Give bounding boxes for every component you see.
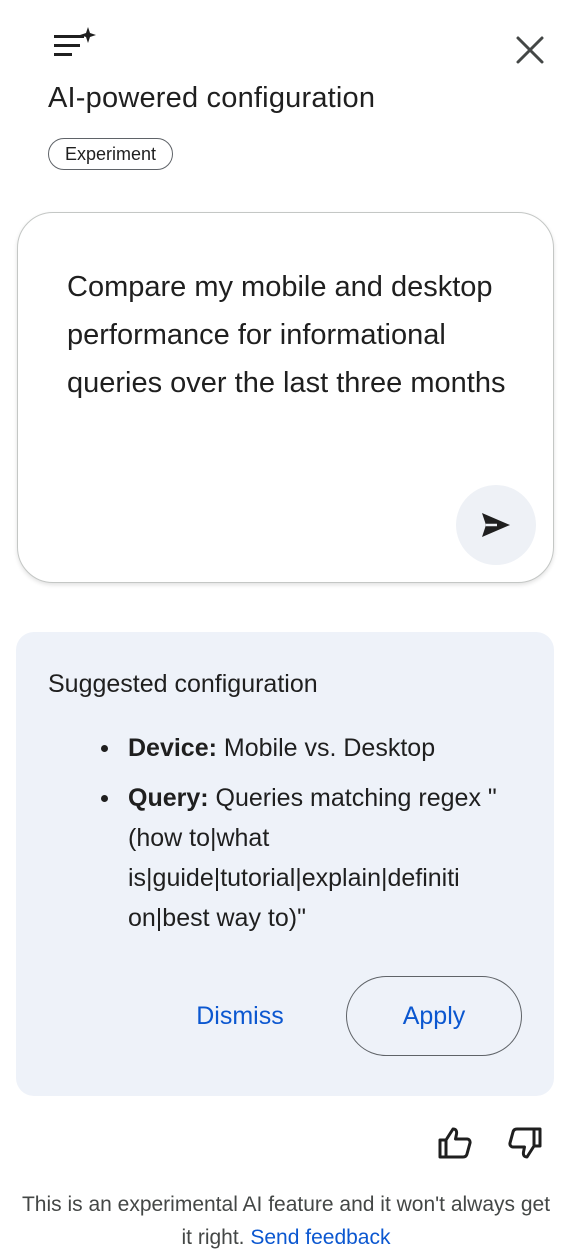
prompt-input[interactable]: Compare my mobile and desktop performanc… bbox=[67, 263, 517, 407]
suggested-configuration-card: Suggested configuration Device: Mobile v… bbox=[16, 632, 554, 1096]
send-button[interactable] bbox=[456, 485, 536, 565]
thumb-down-button[interactable] bbox=[502, 1120, 548, 1166]
close-button[interactable] bbox=[508, 28, 552, 72]
thumb-up-button[interactable] bbox=[432, 1120, 478, 1166]
close-icon bbox=[516, 36, 544, 64]
list-item: Device: Mobile vs. Desktop bbox=[16, 728, 526, 768]
item-key: Device: bbox=[128, 734, 217, 762]
experiment-badge: Experiment bbox=[48, 138, 174, 170]
suggestion-list: Device: Mobile vs. Desktop Query: Querie… bbox=[16, 728, 526, 938]
panel-title: AI-powered configuration bbox=[48, 82, 376, 114]
thumb-down-icon bbox=[508, 1127, 542, 1159]
item-value: Mobile vs. Desktop bbox=[216, 734, 436, 762]
send-feedback-link[interactable]: Send feedback bbox=[250, 1226, 390, 1249]
item-key: Query: bbox=[128, 784, 209, 812]
suggestion-title: Suggested configuration bbox=[48, 670, 318, 698]
disclaimer: This is an experimental AI feature and i… bbox=[20, 1188, 552, 1254]
send-icon bbox=[482, 513, 510, 537]
dismiss-button[interactable]: Dismiss bbox=[182, 978, 298, 1054]
thumb-up-icon bbox=[438, 1127, 472, 1159]
list-item: Query: Queries matching regex "(how to|w… bbox=[16, 778, 526, 938]
prompt-card: Compare my mobile and desktop performanc… bbox=[17, 212, 554, 583]
apply-button[interactable]: Apply bbox=[346, 976, 522, 1056]
tune-sparkle-icon bbox=[52, 26, 96, 62]
